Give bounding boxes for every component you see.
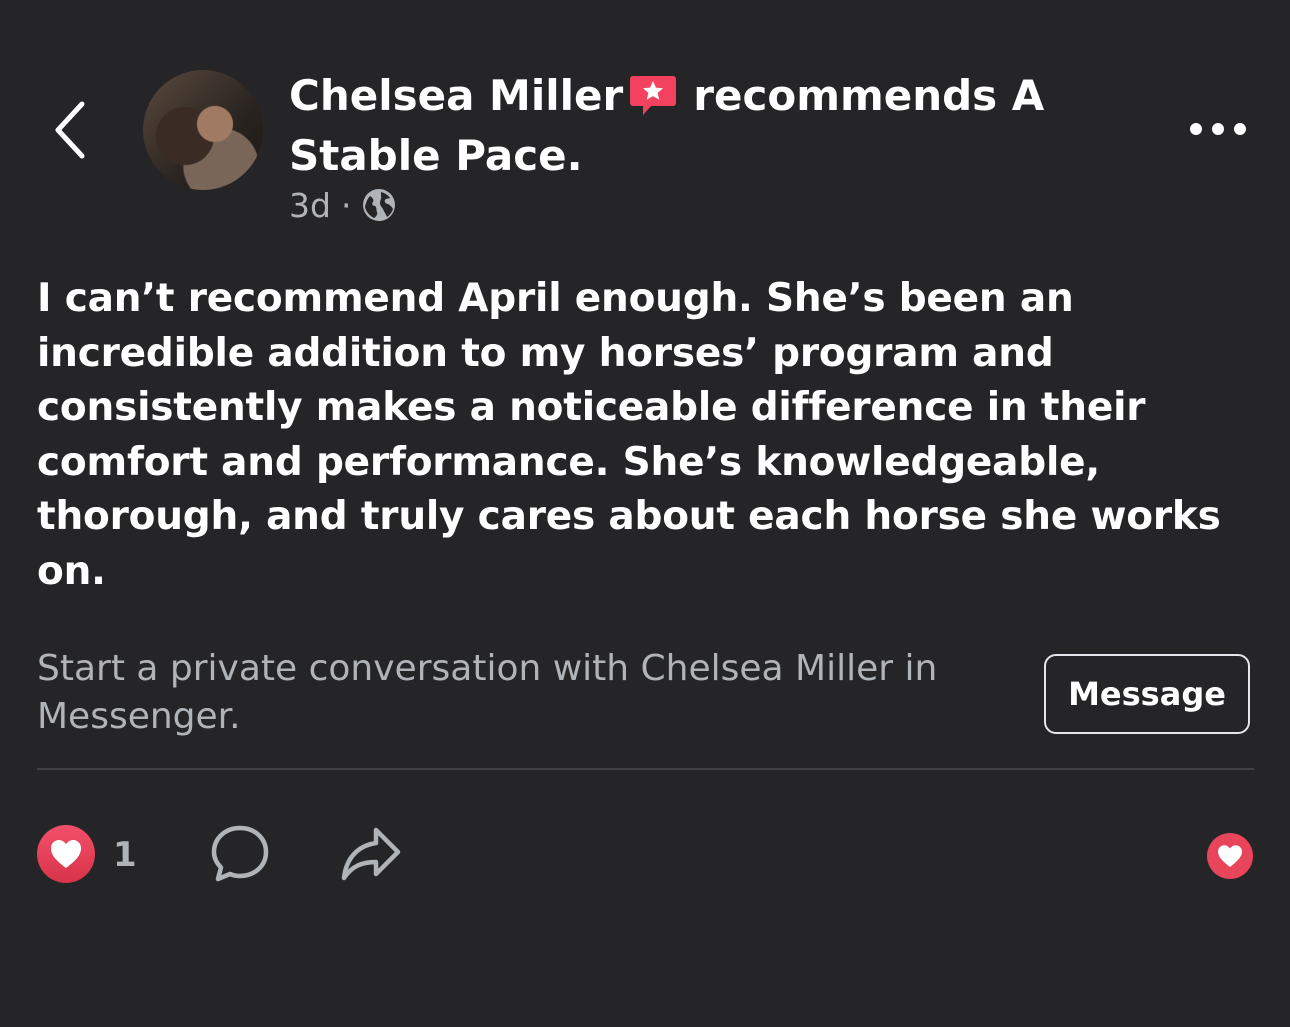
more-options-button[interactable] (1186, 116, 1250, 142)
post-header: Chelsea Miller recommends A Stable Pace. (289, 66, 1089, 186)
share-button[interactable] (340, 824, 402, 884)
avatar[interactable] (143, 70, 263, 190)
reaction-summary[interactable] (36, 824, 96, 884)
message-button[interactable]: Message (1044, 654, 1250, 734)
divider (37, 768, 1254, 770)
comment-button[interactable] (210, 824, 270, 884)
post-body: I can’t recommend April enough. She’s be… (37, 276, 1221, 594)
globe-icon (363, 189, 396, 221)
star-speech-bubble-icon (629, 72, 677, 115)
timestamp[interactable]: 3d (289, 186, 331, 225)
post-meta: 3d · (289, 182, 397, 228)
heart-icon (37, 825, 95, 883)
share-icon (341, 827, 401, 881)
messenger-cta-text: Start a private conversation with Chelse… (37, 648, 938, 737)
heart-icon (1207, 833, 1253, 879)
reaction-count[interactable]: 1 (113, 834, 137, 876)
comment-icon (211, 825, 269, 882)
chevron-left-icon (55, 101, 85, 159)
more-horizontal-icon (1190, 123, 1246, 135)
author-name[interactable]: Chelsea Miller (289, 71, 623, 120)
back-button[interactable] (48, 98, 92, 162)
meta-separator: · (340, 185, 352, 225)
react-button[interactable] (1206, 832, 1254, 880)
